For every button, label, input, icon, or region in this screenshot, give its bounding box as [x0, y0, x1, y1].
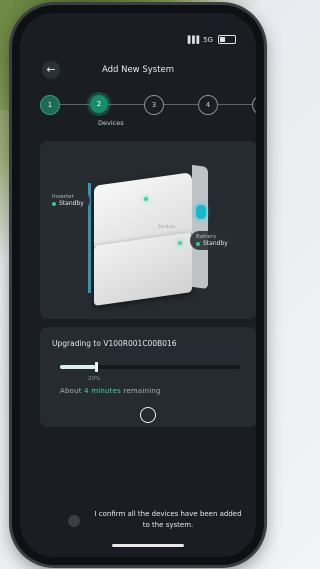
confirm-text: I confirm all the devices have been adde… — [94, 510, 242, 529]
step-connector — [58, 104, 90, 105]
loading-spinner-icon — [140, 407, 156, 423]
remaining-suffix: remaining — [123, 387, 161, 395]
battery-icon — [218, 35, 236, 44]
upgrade-progress-bar — [60, 362, 240, 372]
step-2[interactable]: 2 — [90, 95, 108, 113]
remaining-value: 4 minutes — [84, 387, 121, 395]
active-step-label: Devices — [98, 119, 124, 127]
home-indicator[interactable] — [112, 544, 184, 547]
step-connector — [162, 104, 198, 105]
status-dot-icon — [196, 241, 200, 246]
upgrade-percent: 20% — [88, 376, 101, 382]
inverter-point — [144, 197, 148, 201]
remaining-prefix: About — [60, 387, 82, 395]
battery-status-text: Standby — [203, 240, 228, 247]
step-5[interactable]: 5 — [252, 95, 256, 115]
network-label: 5G — [203, 35, 213, 44]
step-1[interactable]: 1 — [40, 95, 60, 115]
upgrade-progress-fill — [60, 365, 96, 369]
remaining-time: About 4 minutes remaining — [60, 387, 161, 395]
led-indicator — [196, 205, 206, 219]
step-connector — [108, 104, 144, 105]
step-connector — [216, 104, 252, 105]
battery-status: Standby — [196, 240, 228, 247]
app-screen: ▐▐▐ 5G ← Add New System 1 2 3 4 5 Device… — [20, 13, 256, 557]
battery-chip[interactable]: Battery Standby — [190, 231, 234, 250]
header: ← Add New System — [20, 61, 256, 83]
status-bar: ▐▐▐ 5G — [185, 35, 236, 44]
upgrade-title: Upgrading to V100R001C00B016 — [52, 339, 177, 348]
upgrade-progress-thumb — [95, 362, 98, 372]
confirm-checkbox[interactable] — [68, 515, 80, 527]
phone-frame: ▐▐▐ 5G ← Add New System 1 2 3 4 5 Device… — [12, 5, 264, 565]
inverter-status-text: Standby — [59, 200, 84, 207]
inverter-chip[interactable]: Inverter Standby — [46, 191, 90, 210]
status-dot-icon — [52, 201, 56, 206]
confirm-row[interactable]: I confirm all the devices have been adde… — [58, 509, 248, 539]
inverter-status: Standby — [52, 200, 84, 207]
device-side — [192, 164, 208, 290]
battery-point — [178, 241, 182, 245]
step-4[interactable]: 4 — [198, 95, 218, 115]
progress-stepper: 1 2 3 4 5 Devices — [40, 95, 256, 129]
device-brand: Zendure — [158, 224, 175, 229]
upgrade-card: Upgrading to V100R001C00B016 20% About 4… — [40, 327, 256, 427]
step-3[interactable]: 3 — [144, 95, 164, 115]
signal-bars-icon: ▐▐▐ — [184, 35, 199, 44]
device-card: Zendure Inverter Standby Battery Standby — [40, 141, 256, 319]
page-title: Add New System — [101, 65, 175, 75]
